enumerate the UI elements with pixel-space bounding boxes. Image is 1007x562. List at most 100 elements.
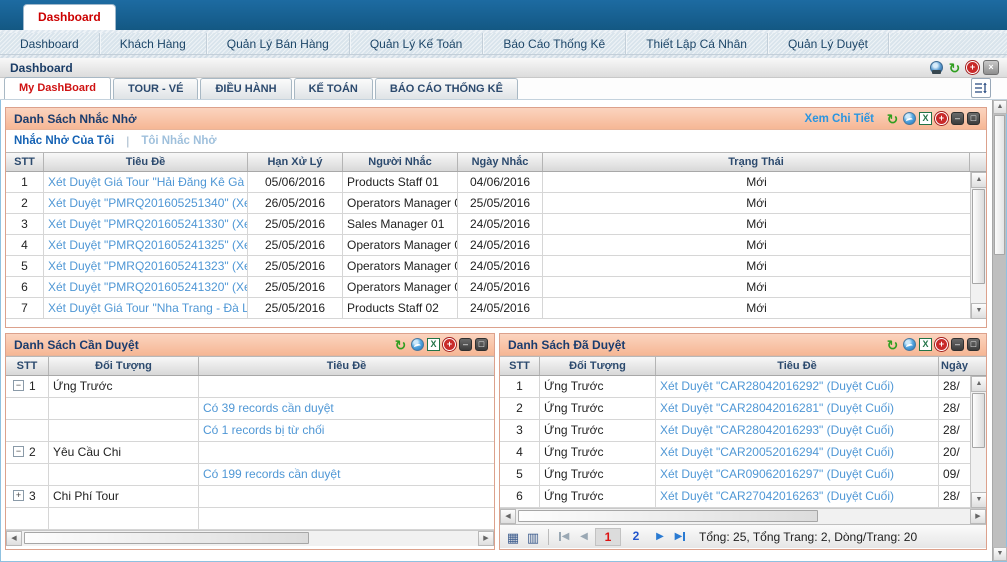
scroll-thumb[interactable] <box>518 510 818 522</box>
scroll-down-icon[interactable]: ▼ <box>971 303 986 319</box>
scroll-up-icon[interactable]: ▲ <box>993 100 1007 114</box>
maximize-icon[interactable]: □ <box>967 112 980 125</box>
minimize-icon[interactable]: – <box>951 112 964 125</box>
layout-settings-icon[interactable] <box>971 78 991 98</box>
scroll-right-icon[interactable]: ▶ <box>478 531 494 546</box>
scroll-up-icon[interactable]: ▲ <box>971 172 986 188</box>
menu-item-quan-ly-ke-toan[interactable]: Quản Lý Kế Toán <box>350 33 484 54</box>
column-header-stt[interactable]: STT <box>6 357 49 375</box>
column-header-tieu-de[interactable]: Tiêu Đề <box>199 357 494 375</box>
tab-bao-cao-thong-ke[interactable]: BÁO CÁO THỐNG KÊ <box>375 78 518 99</box>
approved-title-link[interactable]: Xét Duyệt "CAR28042016281" (Duyệt Cuối) <box>656 398 939 419</box>
collapse-toggle-icon[interactable]: − <box>13 380 24 391</box>
help-lifebuoy-icon[interactable]: + <box>935 338 948 351</box>
scroll-thumb[interactable] <box>972 393 985 448</box>
prev-page-button[interactable]: ◀ <box>575 531 593 542</box>
subtab-toi-nhac-nho[interactable]: Tôi Nhắc Nhở <box>141 135 216 147</box>
menu-item-khach-hang[interactable]: Khách Hàng <box>100 33 207 54</box>
scroll-down-icon[interactable]: ▼ <box>993 547 1007 561</box>
horizontal-scrollbar[interactable]: ◀ ▶ <box>6 530 494 546</box>
scroll-up-icon[interactable]: ▲ <box>971 376 986 392</box>
column-header-ngay-nhac[interactable]: Ngày Nhắc <box>458 153 543 171</box>
reminder-title-link[interactable]: Xét Duyệt Giá Tour "Hải Đăng Kê Gà - Lâ <box>44 172 248 192</box>
first-page-button[interactable]: ◀ <box>555 531 573 542</box>
approved-title-link[interactable]: Xét Duyệt "CAR28042016292" (Duyệt Cuối) <box>656 376 939 397</box>
menu-item-quan-ly-duyet[interactable]: Quản Lý Duyệt <box>768 33 889 54</box>
excel-export-icon[interactable]: X <box>427 338 440 351</box>
column-header-doi-tuong[interactable]: Đối Tượng <box>49 357 199 375</box>
reminder-title-link[interactable]: Xét Duyệt "PMRQ201605241323" (Xem X <box>44 256 248 276</box>
help-lifebuoy-icon[interactable]: + <box>935 112 948 125</box>
page-vertical-scrollbar[interactable]: ▲ ▼ <box>992 100 1006 561</box>
column-header-tieu-de[interactable]: Tiêu Đề <box>656 357 939 375</box>
refresh-icon[interactable]: ↻ <box>885 338 900 352</box>
last-page-button[interactable]: ▶ <box>671 531 689 542</box>
approved-title-link[interactable]: Xét Duyệt "CAR09062016297" (Duyệt Cuối) <box>656 464 939 485</box>
scroll-left-icon[interactable]: ◀ <box>500 509 516 524</box>
reminder-title-link[interactable]: Xét Duyệt "PMRQ201605241325" (Xem X <box>44 235 248 255</box>
column-header-stt[interactable]: STT <box>500 357 540 375</box>
preview-icon[interactable] <box>903 338 916 351</box>
grid-view-icon[interactable]: ▦ <box>504 528 522 546</box>
pending-records-link[interactable]: Có 199 records cần duyệt <box>199 464 494 485</box>
collapse-toggle-icon[interactable]: − <box>13 446 24 457</box>
approved-title-link[interactable]: Xét Duyệt "CAR28042016293" (Duyệt Cuối) <box>656 420 939 441</box>
page-2-button[interactable]: 2 <box>623 528 649 546</box>
page-1-button[interactable]: 1 <box>595 528 621 546</box>
rejected-records-link[interactable]: Có 1 records bị từ chối <box>199 420 494 441</box>
column-header-tieu-de[interactable]: Tiêu Đề <box>44 153 248 171</box>
help-lifebuoy-icon[interactable]: + <box>443 338 456 351</box>
minimize-icon[interactable]: – <box>459 338 472 351</box>
minimize-icon[interactable]: – <box>951 338 964 351</box>
reminder-title-link[interactable]: Xét Duyệt Giá Tour "Nha Trang - Đà Lạt l <box>44 298 248 318</box>
refresh-icon[interactable]: ↻ <box>885 112 900 126</box>
view-detail-link[interactable]: Xem Chi Tiết <box>805 113 874 125</box>
scroll-thumb[interactable] <box>972 189 985 284</box>
tab-tour-ve[interactable]: TOUR - VÉ <box>113 78 198 99</box>
menu-item-dashboard[interactable]: Dashboard <box>0 33 100 54</box>
menu-item-bao-cao-thong-ke[interactable]: Báo Cáo Thống Kê <box>483 33 626 54</box>
excel-export-icon[interactable]: X <box>919 338 932 351</box>
expand-toggle-icon[interactable]: + <box>13 490 24 501</box>
refresh-icon[interactable]: ↻ <box>393 338 408 352</box>
approved-title-link[interactable]: Xét Duyệt "CAR27042016263" (Duyệt Cuối) <box>656 486 939 507</box>
excel-export-icon[interactable]: X <box>919 112 932 125</box>
scroll-left-icon[interactable]: ◀ <box>6 531 22 546</box>
page-title: Dashboard <box>10 61 73 75</box>
approved-title-link[interactable]: Xét Duyệt "CAR20052016294" (Duyệt Cuối) <box>656 442 939 463</box>
menu-item-quan-ly-ban-hang[interactable]: Quản Lý Bán Hàng <box>207 33 350 54</box>
menu-item-thiet-lap-ca-nhan[interactable]: Thiết Lập Cá Nhân <box>626 33 768 54</box>
close-icon[interactable]: × <box>983 60 999 75</box>
column-header-ngay[interactable]: Ngày <box>939 357 970 375</box>
scroll-down-icon[interactable]: ▼ <box>971 492 986 508</box>
column-header-nguoi-nhac[interactable]: Người Nhắc <box>343 153 458 171</box>
pending-records-link[interactable]: Có 39 records cần duyệt <box>199 398 494 419</box>
subtab-nhac-nho-cua-toi[interactable]: Nhắc Nhở Của Tôi <box>14 135 114 147</box>
scroll-thumb[interactable] <box>994 115 1005 255</box>
maximize-icon[interactable]: □ <box>475 338 488 351</box>
reminder-title-link[interactable]: Xét Duyệt "PMRQ201605251340" (Xem X <box>44 193 248 213</box>
grid-columns-icon[interactable]: ▥ <box>524 528 542 546</box>
preview-icon[interactable] <box>903 112 916 125</box>
vertical-scrollbar[interactable]: ▲ ▼ <box>970 376 986 508</box>
preview-icon[interactable] <box>411 338 424 351</box>
column-header-trang-thai[interactable]: Trạng Thái <box>543 153 970 171</box>
reminder-title-link[interactable]: Xét Duyệt "PMRQ201605241320" (Xem X <box>44 277 248 297</box>
scroll-thumb[interactable] <box>24 532 309 544</box>
globe-icon[interactable] <box>930 61 943 74</box>
column-header-stt[interactable]: STT <box>6 153 44 171</box>
tab-my-dashboard[interactable]: My DashBoard <box>4 77 111 99</box>
reminder-title-link[interactable]: Xét Duyệt "PMRQ201605241330" (Xem X <box>44 214 248 234</box>
help-lifebuoy-icon[interactable]: + <box>966 61 979 74</box>
tab-ke-toan[interactable]: KẾ TOÁN <box>294 78 373 99</box>
column-header-doi-tuong[interactable]: Đối Tượng <box>540 357 656 375</box>
tab-dieu-hanh[interactable]: ĐIỀU HÀNH <box>200 78 291 99</box>
refresh-icon[interactable]: ↻ <box>947 61 962 75</box>
next-page-button[interactable]: ▶ <box>651 531 669 542</box>
vertical-scrollbar[interactable]: ▲ ▼ <box>970 172 986 319</box>
scroll-right-icon[interactable]: ▶ <box>970 509 986 524</box>
app-tab-dashboard[interactable]: Dashboard <box>23 4 116 30</box>
maximize-icon[interactable]: □ <box>967 338 980 351</box>
column-header-han-xu-ly[interactable]: Hạn Xử Lý <box>248 153 343 171</box>
horizontal-scrollbar[interactable]: ◀ ▶ <box>500 508 986 524</box>
